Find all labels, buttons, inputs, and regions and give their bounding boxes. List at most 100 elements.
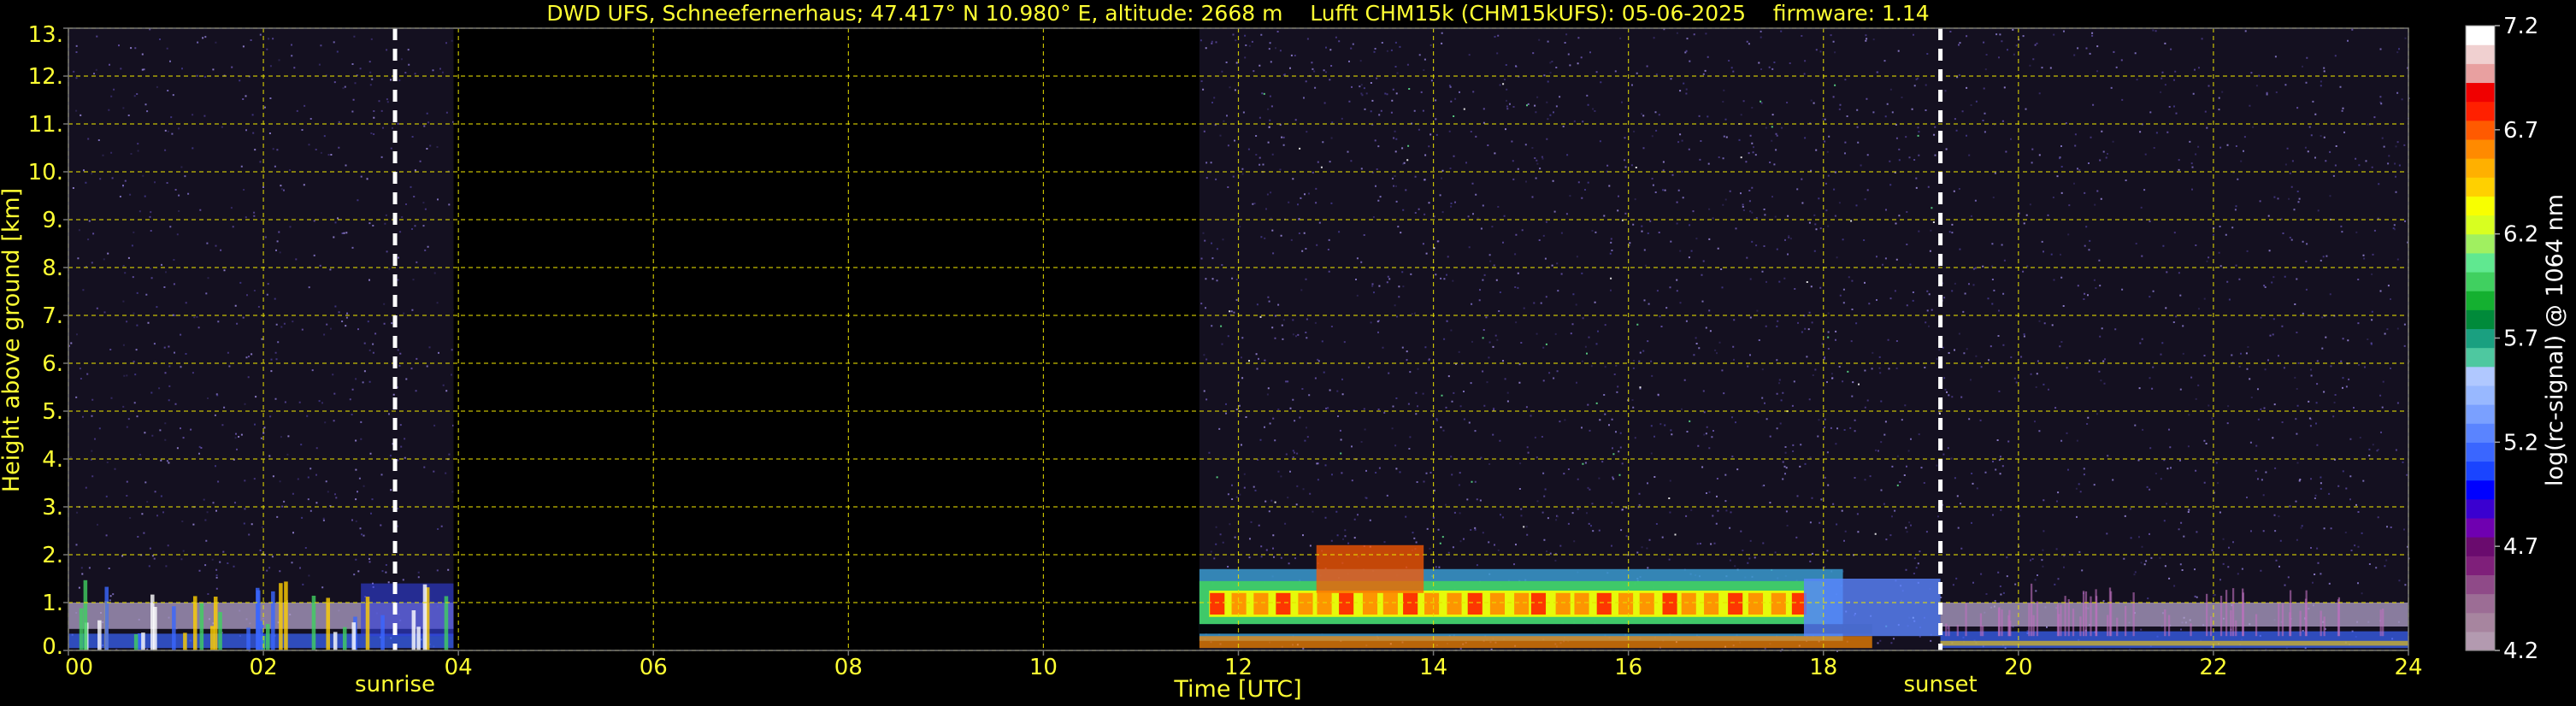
y-tick-2: 2. bbox=[42, 543, 63, 568]
cloud-core-21 bbox=[1662, 592, 1677, 615]
x-tick-08: 08 bbox=[834, 655, 863, 680]
no-data-gap-0 bbox=[453, 28, 1200, 650]
evening-streak-50 bbox=[2082, 591, 2085, 637]
cloud-core-12 bbox=[1467, 592, 1483, 615]
colorbar-segment-1 bbox=[2466, 612, 2495, 632]
y-tick-1: 1. bbox=[42, 591, 63, 616]
morning-spike-19 bbox=[255, 587, 260, 650]
evening-streak-34 bbox=[2008, 609, 2011, 637]
x-axis-label: Time [UTC] bbox=[1173, 676, 1301, 703]
colorbar-segment-30 bbox=[2466, 63, 2495, 84]
colorbar-tick-4: 6.2 bbox=[2503, 222, 2538, 248]
x-tick-02: 02 bbox=[250, 655, 278, 680]
cloud-core-22 bbox=[1681, 592, 1696, 615]
morning-spike-32 bbox=[411, 609, 416, 650]
evening-streak-29 bbox=[2057, 614, 2060, 637]
colorbar-segment-15 bbox=[2466, 347, 2495, 368]
evening-streak-40 bbox=[2230, 610, 2232, 637]
sunset-label: sunset bbox=[1903, 672, 1977, 697]
morning-spike-16 bbox=[351, 622, 357, 650]
y-tick-11: 11. bbox=[28, 112, 63, 138]
cloud-core-10 bbox=[1424, 592, 1440, 615]
morning-spike-20 bbox=[97, 620, 102, 650]
evening-streak-46 bbox=[2072, 609, 2075, 637]
x-tick-14: 14 bbox=[1419, 655, 1447, 680]
evening-streak-48 bbox=[2164, 609, 2166, 637]
morning-spike-22 bbox=[265, 624, 270, 650]
colorbar-segment-23 bbox=[2466, 196, 2495, 216]
colorbar-segment-18 bbox=[2466, 291, 2495, 310]
cloud-black-base bbox=[1199, 624, 1872, 634]
cloud-core-23 bbox=[1704, 592, 1719, 615]
cloud-core-6 bbox=[1339, 592, 1354, 615]
colorbar-segment-14 bbox=[2466, 366, 2495, 386]
colorbar-tick-1: 4.7 bbox=[2503, 534, 2538, 560]
x-tick-16: 16 bbox=[1614, 655, 1642, 680]
morning-spike-39 bbox=[246, 627, 251, 650]
morning-spike-23 bbox=[259, 621, 263, 650]
colorbar-tick-6: 7.2 bbox=[2503, 14, 2538, 39]
cloud-band-evening-yellow bbox=[1940, 640, 2408, 646]
colorbar-segment-28 bbox=[2466, 101, 2495, 121]
backscatter-noise-layer bbox=[68, 28, 2410, 652]
morning-spike-27 bbox=[172, 606, 176, 650]
evening-streak-11 bbox=[2305, 590, 2308, 637]
y-tick-9: 9. bbox=[42, 208, 63, 233]
evening-streak-51 bbox=[2382, 608, 2384, 637]
cloud-evening-blue bbox=[1803, 579, 1941, 637]
colorbar-segment-16 bbox=[2466, 328, 2495, 349]
y-tick-3: 3. bbox=[42, 495, 63, 521]
evening-streak-5 bbox=[2028, 603, 2031, 637]
cloud-core-25 bbox=[1748, 592, 1764, 615]
y-tick-4: 4. bbox=[42, 447, 63, 473]
morning-spike-5 bbox=[326, 597, 330, 650]
morning-spike-25 bbox=[213, 597, 218, 650]
cloud-core-0 bbox=[1210, 592, 1225, 615]
colorbar-segment-26 bbox=[2466, 138, 2495, 159]
morning-spike-0 bbox=[416, 627, 421, 650]
cloud-core-4 bbox=[1298, 592, 1313, 615]
morning-spike-18 bbox=[133, 634, 139, 650]
evening-streak-27 bbox=[2255, 614, 2258, 637]
evening-streak-6 bbox=[2132, 592, 2135, 637]
morning-spike-34 bbox=[83, 580, 88, 650]
evening-streak-43 bbox=[2064, 596, 2066, 637]
morning-spike-11 bbox=[380, 615, 385, 650]
cloud-core-9 bbox=[1403, 592, 1418, 615]
evening-streak-32 bbox=[2278, 602, 2280, 637]
y-tick-7: 7. bbox=[42, 303, 63, 329]
y-tick-0: 0. bbox=[42, 634, 63, 660]
morning-spike-2 bbox=[311, 595, 316, 650]
morning-spike-31 bbox=[271, 591, 275, 650]
evening-streak-38 bbox=[2299, 610, 2302, 637]
colorbar-tick-2: 5.2 bbox=[2503, 430, 2538, 456]
colorbar-segment-2 bbox=[2466, 593, 2495, 614]
cloud-core-20 bbox=[1639, 592, 1654, 615]
colorbar-segment-20 bbox=[2466, 252, 2495, 273]
evening-streak-0 bbox=[2032, 615, 2035, 637]
morning-spike-35 bbox=[104, 586, 109, 650]
evening-streak-49 bbox=[1998, 607, 2001, 637]
x-tick-00: 00 bbox=[65, 655, 93, 680]
colorbar-segment-5 bbox=[2466, 537, 2495, 556]
cloud-core-13 bbox=[1489, 592, 1506, 615]
x-tick-04: 04 bbox=[445, 655, 473, 680]
convective-plume bbox=[1316, 544, 1424, 593]
morning-spike-3 bbox=[137, 632, 142, 650]
cloud-core-16 bbox=[1555, 592, 1571, 615]
cloud-core-26 bbox=[1771, 592, 1786, 615]
morning-spike-24 bbox=[141, 632, 145, 650]
y-tick-13: 13. bbox=[28, 22, 63, 48]
evening-streak-55 bbox=[2205, 593, 2208, 637]
evening-streak-25 bbox=[2337, 597, 2341, 637]
colorbar-segment-13 bbox=[2466, 385, 2495, 405]
evening-streak-45 bbox=[1979, 613, 1983, 637]
evening-streak-41 bbox=[2079, 616, 2082, 637]
evening-streak-54 bbox=[2084, 591, 2088, 637]
morning-spike-26 bbox=[342, 627, 347, 650]
evening-streak-2 bbox=[2320, 610, 2322, 637]
cloud-core-18 bbox=[1596, 592, 1612, 615]
x-tick-06: 06 bbox=[640, 655, 668, 680]
cloud-core-8 bbox=[1382, 592, 1398, 615]
colorbar-segment-4 bbox=[2466, 556, 2495, 575]
